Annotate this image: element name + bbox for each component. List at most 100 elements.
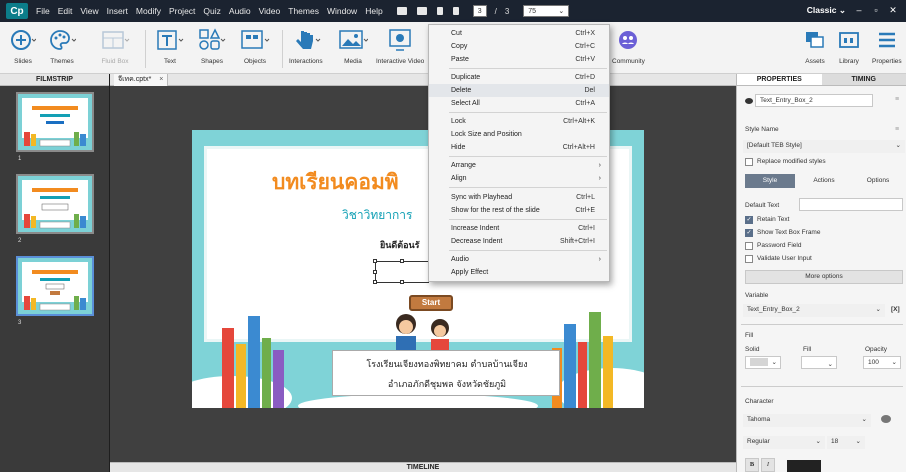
fluid-box-tool[interactable]: Fluid Box: [100, 28, 130, 65]
menu-item-align[interactable]: Align ›: [429, 172, 609, 185]
subtab-options[interactable]: Options: [853, 174, 903, 188]
resize-handle[interactable]: [373, 280, 377, 284]
panel-menu-icon[interactable]: ≡: [895, 96, 899, 103]
menu-video[interactable]: Video: [259, 6, 281, 16]
slide-welcome-text[interactable]: ยินดีต้อนรั: [380, 238, 420, 252]
menu-help[interactable]: Help: [365, 6, 382, 16]
font-size-select[interactable]: 18 ⌄: [827, 436, 865, 449]
maximize-button[interactable]: ▫: [869, 3, 883, 17]
interactive-video-tool[interactable]: Interactive Video: [376, 28, 424, 65]
slide-thumbnail-3[interactable]: [16, 256, 94, 316]
replace-styles-checkbox[interactable]: [745, 158, 753, 166]
slide-thumbnail-2[interactable]: [16, 174, 94, 234]
media-tool[interactable]: Media: [338, 28, 368, 65]
default-text-field[interactable]: [799, 198, 903, 211]
slide-thumbnail-1[interactable]: [16, 92, 94, 152]
menu-item-apply-effect[interactable]: Apply Effect: [429, 266, 609, 279]
panel-menu-icon[interactable]: ≡: [895, 126, 899, 133]
menu-modify[interactable]: Modify: [136, 6, 161, 16]
resize-handle[interactable]: [400, 280, 404, 284]
menu-view[interactable]: View: [80, 6, 98, 16]
slide-title[interactable]: บทเรียนคอมพิ: [272, 166, 399, 199]
menu-item-hide[interactable]: Hide Ctrl+Alt+H: [429, 141, 609, 154]
themes-tool[interactable]: Themes: [48, 28, 76, 65]
close-button[interactable]: ✕: [886, 3, 900, 17]
resize-handle[interactable]: [373, 259, 377, 263]
resize-handle[interactable]: [400, 259, 404, 263]
workspace-switcher[interactable]: Classic ⌄: [807, 5, 846, 16]
library-tool[interactable]: Library: [838, 28, 860, 65]
font-settings-icon[interactable]: [881, 415, 891, 423]
menu-insert[interactable]: Insert: [107, 6, 128, 16]
show-frame-checkbox[interactable]: ✓: [745, 229, 753, 237]
menu-item-lock[interactable]: Lock Ctrl+Alt+K: [429, 115, 609, 128]
properties-tool[interactable]: Properties: [872, 28, 902, 65]
password-field-checkbox[interactable]: [745, 242, 753, 250]
assets-tool[interactable]: Assets: [804, 28, 826, 65]
menu-audio[interactable]: Audio: [229, 6, 251, 16]
chevron-down-icon: ⌄: [855, 438, 861, 445]
subtab-style[interactable]: Style: [745, 174, 795, 188]
start-button[interactable]: Start: [409, 295, 453, 311]
document-tab[interactable]: จีเทค.cptx* ×: [114, 74, 169, 86]
page-navigator: 3 / 3 75 ⌄: [472, 5, 570, 17]
menu-item-select-all[interactable]: Select All Ctrl+A: [429, 97, 609, 110]
tab-properties[interactable]: PROPERTIES: [737, 74, 822, 85]
font-style-select[interactable]: Regular ⌄: [743, 436, 825, 449]
solid-fill-select[interactable]: ⌄: [745, 356, 781, 369]
slide-footer-box[interactable]: โรงเรียนเจียงทองพิทยาคม ตำบลบ้านเจียง อำ…: [332, 350, 560, 396]
preview-icon[interactable]: [396, 7, 407, 15]
validate-input-checkbox[interactable]: [745, 255, 753, 263]
menu-project[interactable]: Project: [169, 6, 195, 16]
resize-handle[interactable]: [373, 270, 377, 274]
interactions-tool[interactable]: Interactions: [289, 28, 323, 65]
text-tool[interactable]: Text: [156, 28, 184, 65]
menu-item-lock-size-position[interactable]: Lock Size and Position: [429, 128, 609, 141]
object-name-field[interactable]: Text_Entry_Box_2: [755, 94, 873, 107]
menu-themes[interactable]: Themes: [288, 6, 319, 16]
visibility-icon[interactable]: [745, 98, 753, 104]
slide-subtitle[interactable]: วิชาวิทยาการ: [342, 206, 413, 225]
menu-item-audio[interactable]: Audio ›: [429, 253, 609, 266]
italic-button[interactable]: I: [761, 458, 775, 472]
community-tool[interactable]: Community: [612, 28, 645, 65]
shapes-tool[interactable]: Shapes: [198, 28, 226, 65]
share-icon[interactable]: [436, 7, 443, 15]
close-icon[interactable]: ×: [159, 76, 163, 83]
slides-tool[interactable]: Slides: [10, 28, 36, 65]
menu-item-paste[interactable]: Paste Ctrl+V: [429, 53, 609, 66]
variable-select[interactable]: Text_Entry_Box_2 ⌄: [743, 304, 885, 317]
menu-item-show-rest-of-slide[interactable]: Show for the rest of the slide Ctrl+E: [429, 204, 609, 217]
zoom-select[interactable]: 75 ⌄: [523, 5, 570, 17]
style-name-select[interactable]: [Default TEB Style] ⌄: [743, 140, 905, 153]
tab-timing[interactable]: TIMING: [821, 74, 906, 85]
text-color-swatch[interactable]: [787, 460, 821, 472]
subtab-actions[interactable]: Actions: [799, 174, 849, 188]
mail-icon[interactable]: [416, 7, 427, 15]
current-page-field[interactable]: 3: [472, 5, 487, 17]
menu-edit[interactable]: Edit: [58, 6, 73, 16]
fill-color-picker[interactable]: ⌄: [801, 356, 837, 369]
menu-item-increase-indent[interactable]: Increase Indent Ctrl+I: [429, 222, 609, 235]
opacity-select[interactable]: 100 ⌄: [863, 356, 901, 369]
add-variable-button[interactable]: [X]: [891, 306, 900, 313]
menu-window[interactable]: Window: [327, 6, 357, 16]
menu-quiz[interactable]: Quiz: [203, 6, 220, 16]
text-entry-box[interactable]: [373, 259, 429, 284]
bold-button[interactable]: B: [745, 458, 759, 472]
timeline-header[interactable]: TIMELINE: [110, 462, 736, 472]
menu-item-delete[interactable]: Delete Del: [429, 84, 609, 97]
menu-item-decrease-indent[interactable]: Decrease Indent Shift+Ctrl+I: [429, 235, 609, 248]
menu-file[interactable]: File: [36, 6, 50, 16]
menu-item-duplicate[interactable]: Duplicate Ctrl+D: [429, 71, 609, 84]
menu-item-copy[interactable]: Copy Ctrl+C: [429, 40, 609, 53]
menu-item-arrange[interactable]: Arrange ›: [429, 159, 609, 172]
retain-text-checkbox[interactable]: ✓: [745, 216, 753, 224]
objects-tool[interactable]: Objects: [240, 28, 270, 65]
upload-icon[interactable]: [452, 7, 459, 15]
menu-item-cut[interactable]: Cut Ctrl+X: [429, 27, 609, 40]
minimize-button[interactable]: –: [852, 3, 866, 17]
more-options-button[interactable]: More options: [745, 270, 903, 284]
font-family-select[interactable]: Tahoma ⌄: [743, 414, 871, 427]
menu-item-sync-playhead[interactable]: Sync with Playhead Ctrl+L: [429, 191, 609, 204]
